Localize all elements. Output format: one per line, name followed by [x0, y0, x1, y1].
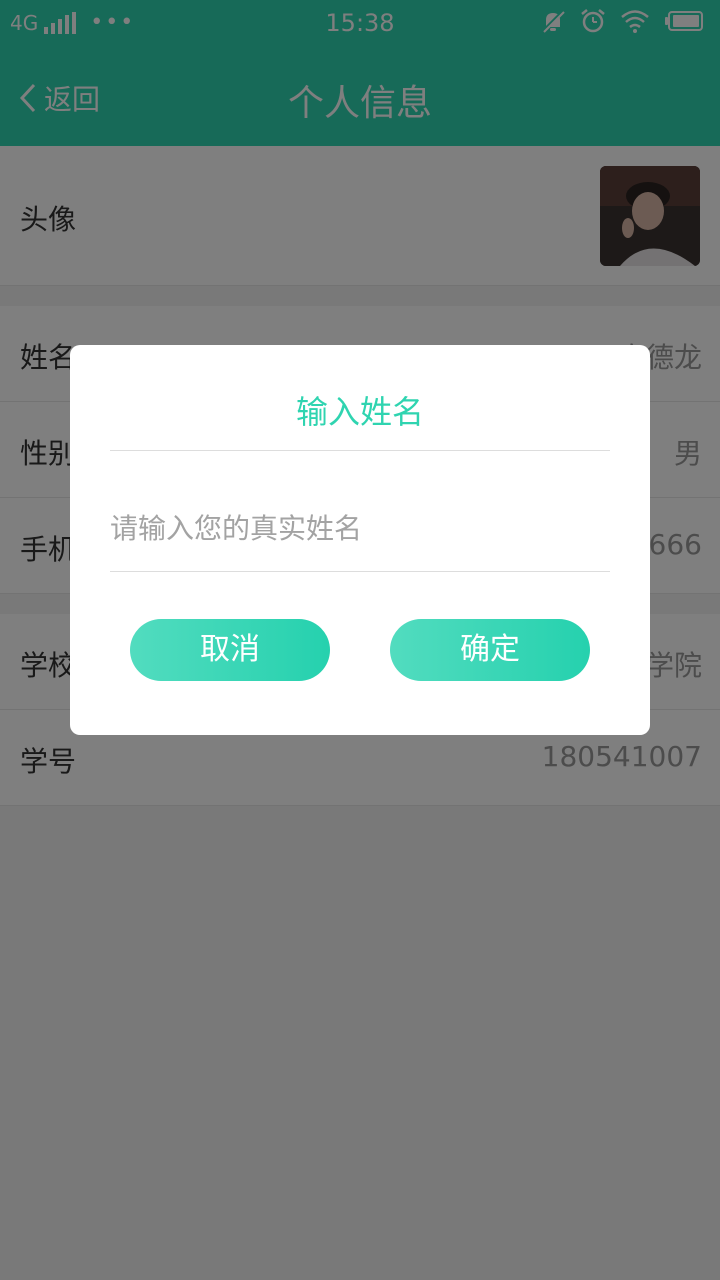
name-dialog: 输入姓名 取消 确定 — [70, 345, 650, 735]
name-input[interactable] — [110, 500, 610, 556]
confirm-button[interactable]: 确定 — [390, 619, 590, 681]
dialog-title: 输入姓名 — [295, 393, 424, 431]
input-underline — [110, 571, 610, 572]
dialog-divider — [110, 450, 610, 451]
cancel-button[interactable]: 取消 — [130, 619, 330, 681]
modal-overlay[interactable]: 输入姓名 取消 确定 — [0, 0, 720, 1280]
